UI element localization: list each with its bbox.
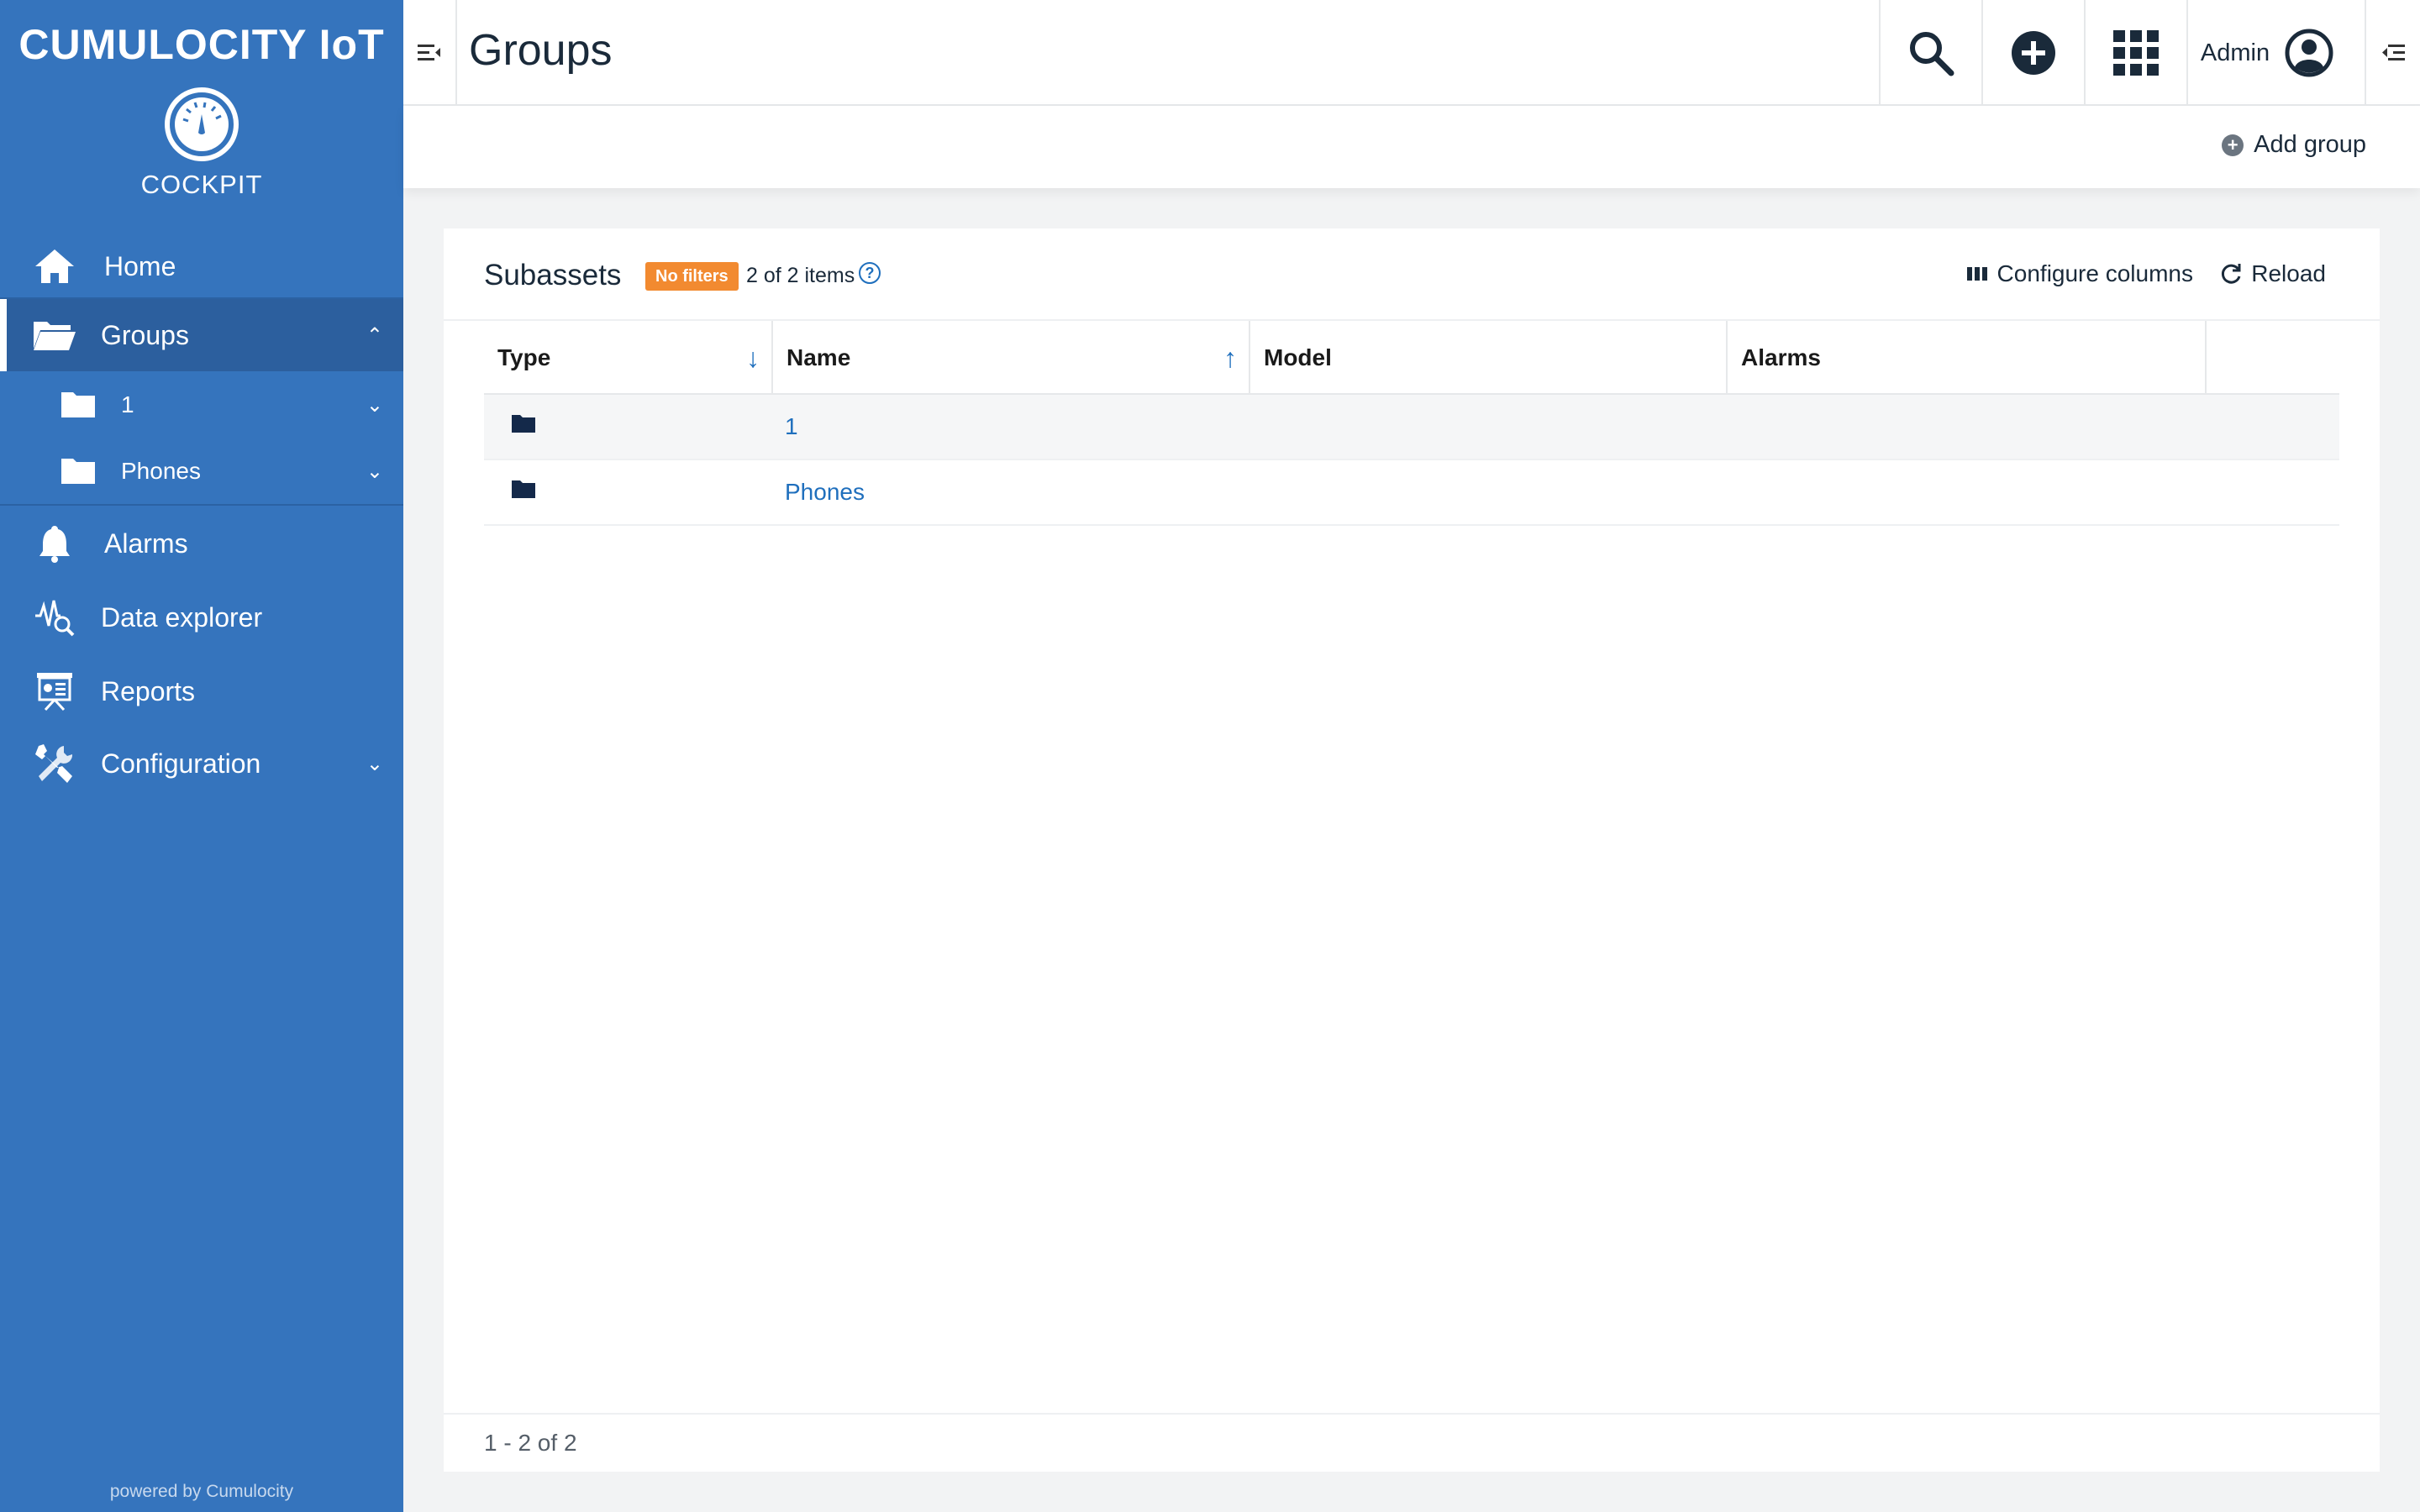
pagination-info: 1 - 2 of 2 — [484, 1430, 577, 1456]
toggle-right-drawer-button[interactable] — [2365, 0, 2420, 106]
home-icon — [32, 244, 77, 289]
sidebar-item-group-1[interactable]: 1 ⌄ — [0, 371, 403, 438]
grid-icon — [2113, 30, 2159, 76]
column-header-name[interactable]: Name ↑ — [773, 321, 1250, 395]
sidebar-item-label: Groups — [101, 319, 189, 350]
column-label: Type — [497, 344, 551, 370]
column-label: Name — [786, 344, 851, 370]
sidebar-item-alarms[interactable]: Alarms — [0, 507, 403, 580]
column-header-alarms[interactable]: Alarms — [1728, 321, 2207, 395]
plus-circle-icon — [2012, 31, 2055, 75]
reload-button[interactable]: Reload — [2219, 260, 2326, 287]
action-bar: + Add group — [403, 106, 2420, 188]
card-title: Subassets — [484, 259, 622, 291]
sidebar-item-label: Home — [104, 250, 176, 281]
folder-icon — [511, 479, 536, 503]
cockpit-gauge-icon — [165, 87, 239, 161]
subassets-card: Subassets No filters 2 of 2 items ? Conf… — [444, 228, 2380, 1472]
sidebar-item-label: Alarms — [104, 528, 188, 559]
folder-icon — [55, 382, 101, 428]
tools-icon — [32, 741, 77, 786]
sidebar-item-configuration[interactable]: Configuration ⌄ — [0, 727, 403, 800]
sort-down-icon[interactable]: ↓ — [746, 321, 760, 395]
folder-icon — [55, 449, 101, 494]
reload-label: Reload — [2251, 260, 2326, 286]
chevron-down-icon[interactable]: ⌄ — [366, 752, 383, 776]
chevron-down-icon[interactable]: ⌄ — [366, 459, 383, 484]
sidebar-item-label: Configuration — [101, 748, 261, 779]
column-label: Alarms — [1741, 344, 1821, 370]
add-group-label: Add group — [2254, 131, 2366, 158]
sidebar-item-label: Data explorer — [101, 601, 263, 633]
columns-icon — [1966, 267, 1987, 281]
column-header-model[interactable]: Model — [1250, 321, 1728, 395]
add-group-button[interactable]: + Add group — [2222, 131, 2366, 159]
configure-columns-button[interactable]: Configure columns — [1966, 260, 2193, 287]
item-count: 2 of 2 items — [746, 264, 855, 287]
add-button[interactable] — [1981, 0, 2084, 106]
configure-columns-label: Configure columns — [1996, 260, 2193, 286]
sidebar-item-label: Reports — [101, 675, 196, 706]
top-header: Groups Admin — [403, 0, 2420, 106]
sidebar-item-label: 1 — [121, 391, 134, 417]
help-icon[interactable]: ? — [859, 262, 881, 284]
filter-badge: No filters — [645, 262, 739, 291]
table-row[interactable]: Phones — [484, 460, 2339, 526]
sidebar: CUMULOCITY IoT COCKPIT Home Groups ⌃ 1 ⌄… — [0, 0, 403, 1512]
sidebar-item-groups[interactable]: Groups ⌃ — [0, 299, 403, 371]
toggle-menu-icon — [418, 45, 440, 60]
table-row[interactable]: 1 — [484, 395, 2339, 460]
column-header-type[interactable]: Type ↓ — [484, 321, 773, 395]
sidebar-item-home[interactable]: Home — [0, 235, 403, 299]
row-name-link[interactable]: Phones — [785, 479, 865, 506]
search-button[interactable] — [1879, 0, 1981, 106]
user-menu-button[interactable]: Admin — [2186, 0, 2346, 106]
user-name: Admin — [2200, 39, 2270, 66]
table-header: Type ↓ Name ↑ Model Alarms — [484, 321, 2339, 395]
folder-icon — [511, 413, 536, 438]
card-header: Subassets No filters 2 of 2 items ? Conf… — [444, 228, 2380, 321]
folder-open-icon — [32, 312, 77, 358]
toggle-navigator-button[interactable] — [403, 0, 457, 106]
chevron-up-icon: ⌃ — [366, 323, 383, 347]
data-explorer-icon — [32, 595, 77, 640]
bell-icon — [32, 521, 77, 566]
sidebar-item-group-phones[interactable]: Phones ⌄ — [0, 438, 403, 506]
app-name: COCKPIT — [140, 170, 263, 199]
sidebar-item-reports[interactable]: Reports — [0, 655, 403, 727]
powered-by: powered by Cumulocity — [109, 1482, 294, 1501]
sidebar-item-data-explorer[interactable]: Data explorer — [0, 580, 403, 655]
row-name-link[interactable]: 1 — [785, 413, 798, 440]
subassets-table: Type ↓ Name ↑ Model Alarms 1 Phones — [484, 321, 2339, 526]
chevron-down-icon[interactable]: ⌄ — [366, 393, 383, 417]
brand-title: CUMULOCITY IoT — [18, 21, 385, 68]
card-footer: 1 - 2 of 2 — [444, 1413, 2380, 1472]
toggle-drawer-icon — [2382, 45, 2405, 60]
sort-up-icon[interactable]: ↑ — [1223, 321, 1237, 395]
plus-circle-icon: + — [2222, 134, 2244, 156]
app-switcher-button[interactable] — [2084, 0, 2186, 106]
column-label: Model — [1264, 344, 1332, 370]
sidebar-item-label: Phones — [121, 458, 201, 484]
page-title: Groups — [469, 26, 613, 75]
presentation-icon — [32, 669, 77, 714]
refresh-icon — [2222, 264, 2241, 284]
search-icon — [1910, 32, 1954, 76]
user-avatar-icon — [2285, 29, 2333, 77]
